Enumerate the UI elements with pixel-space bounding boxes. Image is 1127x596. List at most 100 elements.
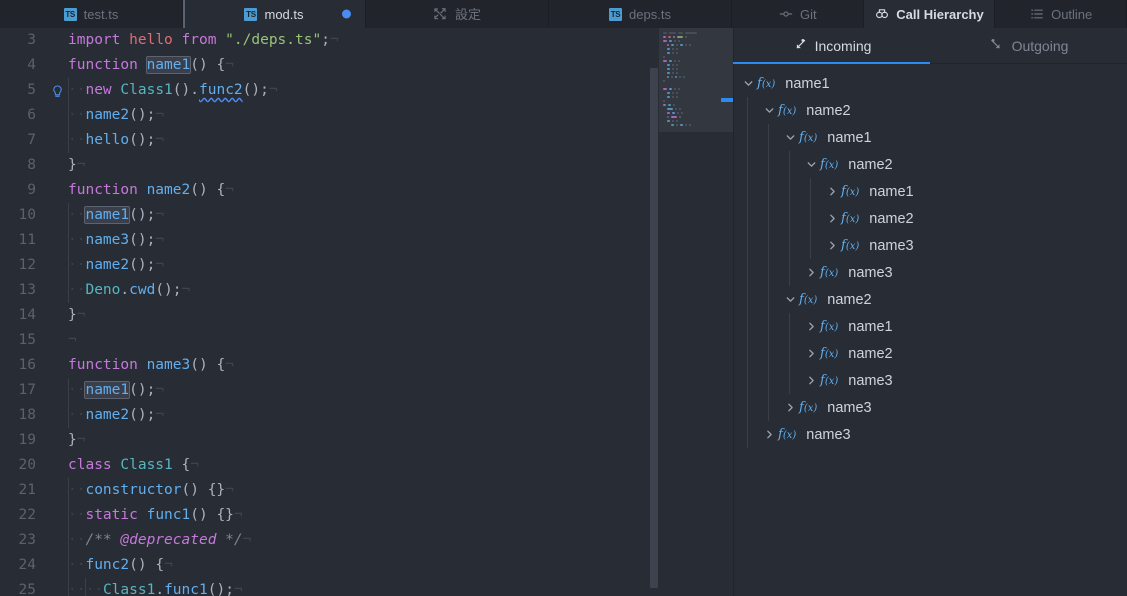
code-line[interactable]: 12 ··name2();¬ (0, 253, 733, 278)
code-line-content[interactable]: import hello from "./deps.ts";¬ (68, 28, 339, 53)
call-hierarchy-item[interactable]: f (x) name2 (733, 286, 1127, 313)
code-line-content[interactable]: ··name2();¬ (68, 103, 164, 128)
code-line-content[interactable]: ··Deno.cwd();¬ (68, 278, 190, 303)
editor-lines[interactable]: 3 import hello from "./deps.ts";¬ 4 functio… (0, 28, 733, 596)
code-token: function (68, 182, 138, 198)
code-token: () (242, 82, 261, 98)
call-hierarchy-tab-incoming[interactable]: Incoming (733, 28, 930, 64)
call-hierarchy-item[interactable]: f (x) name1 (733, 313, 1127, 340)
code-line-content[interactable]: ··static func1() {}¬ (68, 503, 243, 528)
code-line[interactable]: 8}¬ (0, 153, 733, 178)
minimap-token (675, 95, 678, 99)
code-line[interactable]: 21 ··constructor() {}¬ (0, 478, 733, 503)
chevron-right-icon[interactable] (802, 266, 820, 279)
code-line[interactable]: 6 ··name2();¬ (0, 103, 733, 128)
chevron-right-icon[interactable] (802, 374, 820, 387)
lightbulb-icon[interactable] (50, 83, 65, 98)
code-line[interactable]: 5 ··new Class1().func2();¬ (0, 78, 733, 103)
code-line[interactable]: 24 ··func2() {¬ (0, 553, 733, 578)
call-hierarchy-tab-outgoing[interactable]: Outgoing (930, 28, 1127, 63)
chevron-right-icon[interactable] (802, 320, 820, 333)
call-hierarchy-item[interactable]: f (x) name3 (733, 232, 1127, 259)
call-hierarchy-item[interactable]: f (x) name3 (733, 394, 1127, 421)
call-hierarchy-item[interactable]: f (x) name2 (733, 340, 1127, 367)
code-line[interactable]: 22 ··static func1() {}¬ (0, 503, 733, 528)
code-line-content[interactable]: }¬ (68, 428, 85, 453)
code-token: ¬ (155, 107, 165, 123)
code-line-content[interactable]: ··name1();¬ (68, 378, 164, 403)
code-line[interactable]: 20 class Class1 {¬ (0, 453, 733, 478)
chevron-down-icon[interactable] (802, 158, 820, 171)
line-number: 15 (18, 332, 36, 348)
code-line[interactable]: 18 ··name2();¬ (0, 403, 733, 428)
call-hierarchy-item[interactable]: f (x) name1 (733, 70, 1127, 97)
code-line-content[interactable]: }¬ (68, 153, 85, 178)
code-line[interactable]: 25 ·· ··Class1.func1();¬ (0, 578, 733, 596)
chevron-down-icon[interactable] (781, 131, 799, 144)
call-hierarchy-item[interactable]: f (x) name2 (733, 205, 1127, 232)
minimap-token (673, 87, 676, 91)
code-line[interactable]: 10 ··name1();¬ (0, 203, 733, 228)
call-hierarchy-item[interactable]: f (x) name2 (733, 97, 1127, 124)
panel-tab-git[interactable]: Git (732, 0, 864, 28)
code-line[interactable]: 23 ··/** @deprecated */¬ (0, 528, 733, 553)
call-hierarchy-item[interactable]: f (x) name3 (733, 259, 1127, 286)
code-line[interactable]: 19}¬ (0, 428, 733, 453)
code-token: hello (85, 132, 130, 148)
chevron-right-icon[interactable] (760, 428, 778, 441)
code-line[interactable]: 13 ··Deno.cwd();¬ (0, 278, 733, 303)
code-line[interactable]: 14}¬ (0, 303, 733, 328)
code-line-content[interactable]: ··name2();¬ (68, 253, 164, 278)
code-line[interactable]: 7 ··hello();¬ (0, 128, 733, 153)
panel-tab-outline[interactable]: Outline (995, 0, 1127, 28)
code-line-content[interactable]: ··name3();¬ (68, 228, 164, 253)
scrollbar-thumb[interactable] (650, 68, 658, 588)
code-line[interactable]: 15 ¬ (0, 328, 733, 353)
editor-tab-[interactable]: 設定 (366, 0, 549, 28)
chevron-down-icon[interactable] (739, 77, 757, 90)
code-editor[interactable]: 3 import hello from "./deps.ts";¬ 4 functio… (0, 28, 733, 596)
code-line-content[interactable]: ¬ (68, 328, 77, 353)
chevron-right-icon[interactable] (823, 212, 841, 225)
chevron-right-icon[interactable] (802, 347, 820, 360)
code-token: } (68, 307, 77, 323)
editor-minimap[interactable] (659, 28, 733, 596)
chevron-right-icon[interactable] (781, 401, 799, 414)
unsaved-indicator[interactable] (342, 9, 351, 19)
code-line-content[interactable]: function name2() {¬ (68, 178, 234, 203)
code-line-content[interactable]: ··/** @deprecated */¬ (68, 528, 251, 553)
code-line-content[interactable]: function name3() {¬ (68, 353, 234, 378)
call-hierarchy-item[interactable]: f (x) name1 (733, 178, 1127, 205)
code-line-content[interactable]: ··name2();¬ (68, 403, 164, 428)
call-hierarchy-item[interactable]: f (x) name1 (733, 124, 1127, 151)
editor-vertical-scrollbar[interactable] (649, 28, 659, 596)
indent-guide (68, 203, 69, 228)
chevron-down-icon[interactable] (781, 293, 799, 306)
editor-tab-test-ts[interactable]: TS test.ts (0, 0, 183, 28)
call-hierarchy-item[interactable]: f (x) name3 (733, 421, 1127, 448)
call-hierarchy-tree[interactable]: f (x) name1 f (x) name2 f (x) name1 f (x) name2 f (x)… (733, 64, 1127, 596)
panel-tab-call-hierarchy[interactable]: Call Hierarchy (863, 0, 996, 28)
code-line-content[interactable]: ··hello();¬ (68, 128, 164, 153)
code-line-content[interactable]: ··new Class1().func2();¬ (68, 78, 278, 103)
code-line[interactable]: 11 ··name3();¬ (0, 228, 733, 253)
code-line-content[interactable]: class Class1 {¬ (68, 453, 199, 478)
code-line-content[interactable]: ··func2() {¬ (68, 553, 173, 578)
code-line-content[interactable]: }¬ (68, 303, 85, 328)
call-hierarchy-item[interactable]: f (x) name3 (733, 367, 1127, 394)
chevron-right-icon[interactable] (823, 185, 841, 198)
code-line-content[interactable]: function name1() {¬ (68, 53, 234, 78)
chevron-right-icon[interactable] (823, 239, 841, 252)
code-line-content[interactable]: ·· ··Class1.func1();¬ (68, 578, 243, 596)
call-hierarchy-item[interactable]: f (x) name2 (733, 151, 1127, 178)
code-line[interactable]: 3 import hello from "./deps.ts";¬ (0, 28, 733, 53)
editor-tab-mod-ts[interactable]: TS mod.ts (183, 0, 366, 28)
code-line[interactable]: 16 function name3() {¬ (0, 353, 733, 378)
chevron-down-icon[interactable] (760, 104, 778, 117)
editor-tab-deps-ts[interactable]: TS deps.ts (549, 0, 732, 28)
code-line[interactable]: 4 function name1() {¬ (0, 53, 733, 78)
code-line[interactable]: 9 function name2() {¬ (0, 178, 733, 203)
code-line-content[interactable]: ··name1();¬ (68, 203, 164, 228)
code-line-content[interactable]: ··constructor() {}¬ (68, 478, 234, 503)
code-line[interactable]: 17 ··name1();¬ (0, 378, 733, 403)
